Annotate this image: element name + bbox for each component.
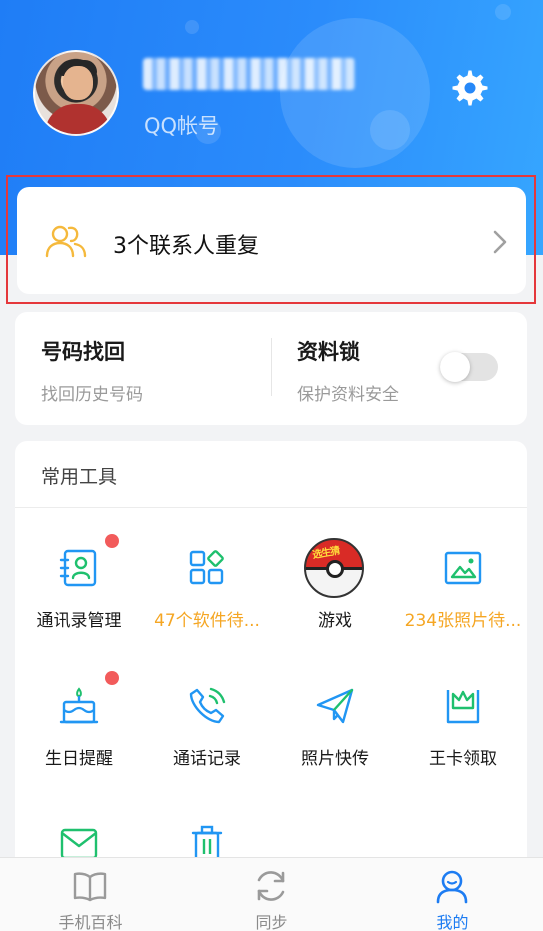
- tool-label: 王卡领取: [429, 749, 497, 769]
- decor-bubble: [370, 110, 410, 150]
- tool-call-log[interactable]: 通话记录: [143, 686, 271, 806]
- chevron-right-icon: [493, 230, 507, 254]
- king-card-icon: [446, 690, 480, 724]
- tool-king-card[interactable]: 王卡领取: [399, 686, 527, 806]
- decor-bubble: [280, 18, 430, 168]
- avatar[interactable]: [33, 50, 119, 136]
- divider: [15, 507, 527, 508]
- number-recovery-item[interactable]: [15, 312, 271, 425]
- tool-contacts-manager[interactable]: 通讯录管理: [15, 548, 143, 668]
- trash-icon: [191, 825, 223, 857]
- birthday-cake-icon: [59, 687, 99, 724]
- nav-label: 手机百科: [58, 913, 123, 931]
- tool-label: 通讯录管理: [36, 611, 122, 631]
- decor-bubble: [185, 20, 199, 34]
- divider: [271, 338, 272, 396]
- photo-icon: [444, 551, 482, 585]
- contacts-icon: [45, 225, 87, 258]
- tool-cleanup[interactable]: [143, 824, 271, 857]
- nav-item-mine[interactable]: 我的: [362, 858, 543, 931]
- tool-label: 生日提醒: [45, 749, 113, 769]
- book-icon: [73, 872, 107, 902]
- tool-photo-transfer[interactable]: 照片快传: [271, 686, 399, 806]
- envelope-icon: [60, 828, 98, 857]
- number-recovery-title: 号码找回: [41, 340, 125, 364]
- gear-icon[interactable]: [450, 68, 490, 108]
- tools-section-title: 常用工具: [41, 466, 118, 488]
- bottom-nav: 手机百科 同步 我的: [0, 857, 543, 931]
- data-lock-title: 资料锁: [297, 340, 360, 364]
- duplicate-contacts-text: 3个联系人重复: [113, 234, 259, 259]
- tool-label: 234张照片待...: [404, 611, 522, 631]
- tool-label: 47个软件待...: [154, 611, 260, 631]
- username-redacted: [143, 58, 355, 90]
- toggle-knob: [440, 352, 470, 382]
- game-tag-text: 选生猜: [311, 545, 341, 562]
- duplicate-contacts-card[interactable]: [17, 187, 526, 294]
- profile-icon: [436, 870, 468, 904]
- nav-label: 同步: [255, 913, 288, 931]
- account-type-label: QQ帐号: [144, 114, 220, 138]
- sync-icon: [257, 871, 285, 901]
- tool-label: 照片快传: [301, 749, 369, 769]
- paper-plane-icon: [316, 688, 354, 724]
- nav-label: 我的: [436, 913, 469, 931]
- tool-messages[interactable]: [15, 824, 143, 857]
- tool-label: 通话记录: [173, 749, 241, 769]
- decor-bubble: [495, 4, 511, 20]
- nav-item-encyclopedia[interactable]: 手机百科: [0, 858, 181, 931]
- number-recovery-subtitle: 找回历史号码: [41, 385, 143, 405]
- tool-label: 游戏: [318, 611, 352, 631]
- data-lock-toggle[interactable]: [440, 352, 498, 382]
- tool-photos-pending[interactable]: 234张照片待...: [399, 548, 527, 668]
- notification-badge: [105, 671, 119, 685]
- apps-grid-icon: [189, 550, 224, 585]
- nav-item-sync[interactable]: 同步: [181, 858, 362, 931]
- notification-badge: [105, 534, 119, 548]
- game-ball-icon[interactable]: 选生猜: [304, 538, 364, 598]
- tool-birthday-reminder[interactable]: 生日提醒: [15, 686, 143, 806]
- data-lock-subtitle: 保护资料安全: [297, 385, 399, 405]
- tool-apps-pending[interactable]: 47个软件待...: [143, 548, 271, 668]
- phone-call-icon: [189, 687, 226, 724]
- address-book-icon: [59, 549, 97, 587]
